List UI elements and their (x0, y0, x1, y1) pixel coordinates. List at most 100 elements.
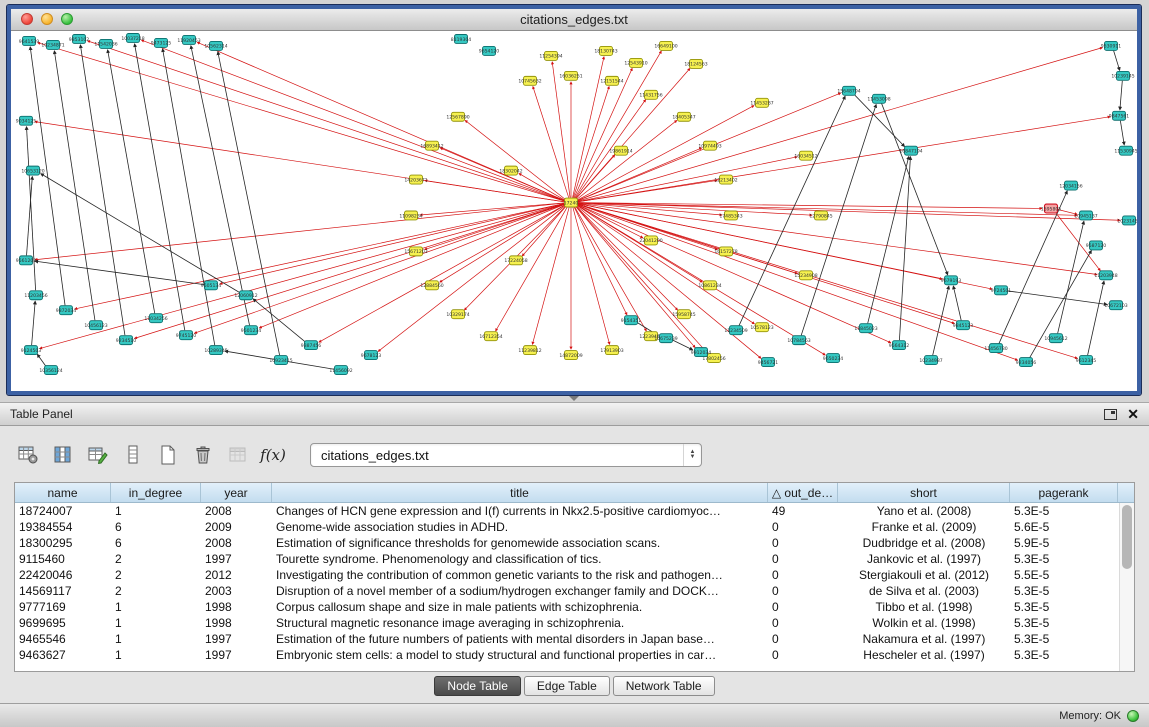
graph-node[interactable]: 9124503 (21, 346, 42, 355)
graph-node[interactable]: 11203456 (24, 291, 47, 300)
graph-node[interactable]: 12060912 (234, 291, 257, 300)
close-window-button[interactable] (21, 13, 33, 25)
memory-ok-icon[interactable] (1127, 710, 1139, 722)
zoom-window-button[interactable] (61, 13, 73, 25)
graph-node[interactable]: 18124563 (684, 59, 707, 68)
graph-node[interactable]: 9473125 (151, 38, 172, 47)
graph-node[interactable]: 17224058 (504, 256, 527, 265)
graph-node[interactable]: 10231456 (1117, 216, 1137, 225)
table-row[interactable]: 1456911722003Disruption of a novel membe… (15, 583, 1134, 599)
edit-table-icon[interactable] (86, 443, 110, 467)
column-header-short[interactable]: short (838, 483, 1010, 502)
graph-node[interactable]: 9561203 (16, 256, 37, 265)
tab-network-table[interactable]: Network Table (613, 676, 715, 696)
table-row[interactable]: 946362711997Embryonic stem cells: a mode… (15, 647, 1134, 663)
graph-node[interactable]: 12567890 (446, 112, 469, 121)
graph-node[interactable]: 12543910 (624, 58, 647, 67)
graph-node[interactable]: 14872009 (559, 351, 582, 360)
graph-node[interactable]: 15648794 (837, 86, 860, 95)
table-settings-icon[interactable] (16, 443, 40, 467)
graph-node[interactable]: 10234987 (919, 356, 942, 365)
graph-node[interactable]: 10356124 (39, 366, 62, 375)
graph-node[interactable]: 9234056 (1016, 358, 1037, 367)
graph-node[interactable]: 18405347 (672, 112, 695, 121)
close-panel-icon[interactable]: ✕ (1127, 407, 1139, 421)
graph-node[interactable]: 10562314 (204, 41, 227, 50)
tab-edge-table[interactable]: Edge Table (524, 676, 610, 696)
table-selector-dropdown[interactable]: citations_edges.txt ▲▼ (310, 443, 702, 467)
table-row[interactable]: 946554611997Estimation of the future num… (15, 631, 1134, 647)
graph-node[interactable]: 9501234 (241, 326, 262, 335)
graph-node[interactable]: 15958745 (672, 310, 695, 319)
import-table-icon[interactable] (226, 443, 250, 467)
graph-node[interactable]: 9650234 (823, 354, 844, 363)
graph-node[interactable]: 10923415 (269, 356, 292, 365)
graph-node[interactable]: 12034156 (1059, 181, 1082, 190)
show-columns-icon[interactable] (51, 443, 75, 467)
panel-splitter[interactable] (0, 395, 1149, 402)
column-header-pagerank[interactable]: pagerank (1010, 483, 1118, 502)
graph-node[interactable]: 9587120 (1086, 241, 1107, 250)
table-row[interactable]: 911546021997Tourette syndrome. Phenomeno… (15, 551, 1134, 567)
graph-node[interactable]: 16649100 (654, 41, 677, 50)
graph-node[interactable]: 15671203 (404, 247, 427, 256)
graph-node[interactable]: 10289345 (204, 346, 227, 355)
graph-node[interactable]: 16893412 (420, 141, 443, 150)
graph-node[interactable]: 10037218 (121, 33, 144, 42)
window-titlebar[interactable]: citations_edges.txt (11, 9, 1137, 31)
graph-node[interactable]: 10784563 (787, 336, 810, 345)
graph-node[interactable]: 10329174 (446, 310, 469, 319)
graph-node[interactable]: 9456721 (758, 358, 779, 367)
column-header-in_degree[interactable]: in_degree (111, 483, 201, 502)
column-header-name[interactable]: name (15, 483, 111, 502)
graph-node[interactable]: 9234510 (116, 336, 137, 345)
graph-node[interactable]: 11034256 (144, 314, 167, 323)
vertical-scrollbar[interactable] (1119, 503, 1134, 671)
graph-node[interactable]: 10672103 (1104, 301, 1127, 310)
table-row[interactable]: 1872400712008Changes of HCN gene express… (15, 503, 1134, 519)
splitter-handle-icon[interactable] (569, 396, 579, 401)
graph-node[interactable]: 11920453 (177, 35, 200, 44)
graph-node[interactable]: 10239145 (1111, 71, 1134, 80)
table-row[interactable]: 969969511998Structural magnetic resonanc… (15, 615, 1134, 631)
graph-node[interactable]: 11456092 (329, 366, 352, 375)
row-format-icon[interactable] (121, 443, 145, 467)
column-header-title[interactable]: title (272, 483, 768, 502)
graph-node[interactable]: 18130743 (594, 46, 617, 55)
table-row[interactable]: 1938455462009Genome-wide association stu… (15, 519, 1134, 535)
table-row[interactable]: 2242004622012Investigating the contribut… (15, 567, 1134, 583)
graph-node[interactable]: 11530945 (1114, 146, 1137, 155)
graph-node[interactable]: 11431756 (639, 90, 662, 99)
graph-node[interactable]: 17913903 (600, 346, 623, 355)
graph-node[interactable]: 11453098 (867, 94, 890, 103)
graph-node[interactable]: 11203948 (1094, 271, 1117, 280)
graph-node[interactable]: 10945612 (1044, 334, 1067, 343)
graph-node[interactable]: 9530911 (1101, 41, 1122, 50)
table-row[interactable]: 977716911998Corpus callosum shape and si… (15, 599, 1134, 615)
graph-node[interactable]: 11254394 (539, 51, 562, 60)
new-document-icon[interactable] (156, 443, 180, 467)
graph-node[interactable]: 9745120 (176, 331, 197, 340)
graph-node[interactable]: 9853102 (69, 34, 90, 43)
network-graph[interactable]: 1724016036251121515441143175618405347109… (11, 31, 1137, 390)
float-panel-icon[interactable] (1104, 409, 1117, 420)
graph-node[interactable]: 9034125 (16, 116, 37, 125)
graph-node[interactable]: 11456780 (984, 344, 1007, 353)
graph-node[interactable]: 17240 (564, 198, 579, 207)
graph-node[interactable]: 16036251 (559, 71, 582, 80)
graph-node[interactable]: 10578123 (750, 323, 773, 332)
delete-icon[interactable] (191, 443, 215, 467)
graph-node[interactable]: 12790845 (809, 211, 832, 220)
minimize-window-button[interactable] (41, 13, 53, 25)
table-row[interactable]: 1830029562008Estimation of significance … (15, 535, 1134, 551)
graph-node[interactable]: 10456123 (84, 321, 107, 330)
graph-node[interactable]: 9872034 (56, 306, 77, 315)
graph-node[interactable]: 9612345 (1076, 356, 1097, 365)
graph-node[interactable]: 10745632 (518, 76, 541, 85)
graph-node[interactable]: 17485343 (719, 211, 742, 220)
graph-node[interactable]: 9679193 (941, 276, 962, 285)
graph-node[interactable]: 8119304 (451, 34, 472, 43)
graph-node[interactable]: 9847561 (1109, 111, 1130, 120)
graph-node[interactable]: 16034512 (794, 151, 817, 160)
graph-node[interactable]: 9641539 (19, 36, 40, 45)
